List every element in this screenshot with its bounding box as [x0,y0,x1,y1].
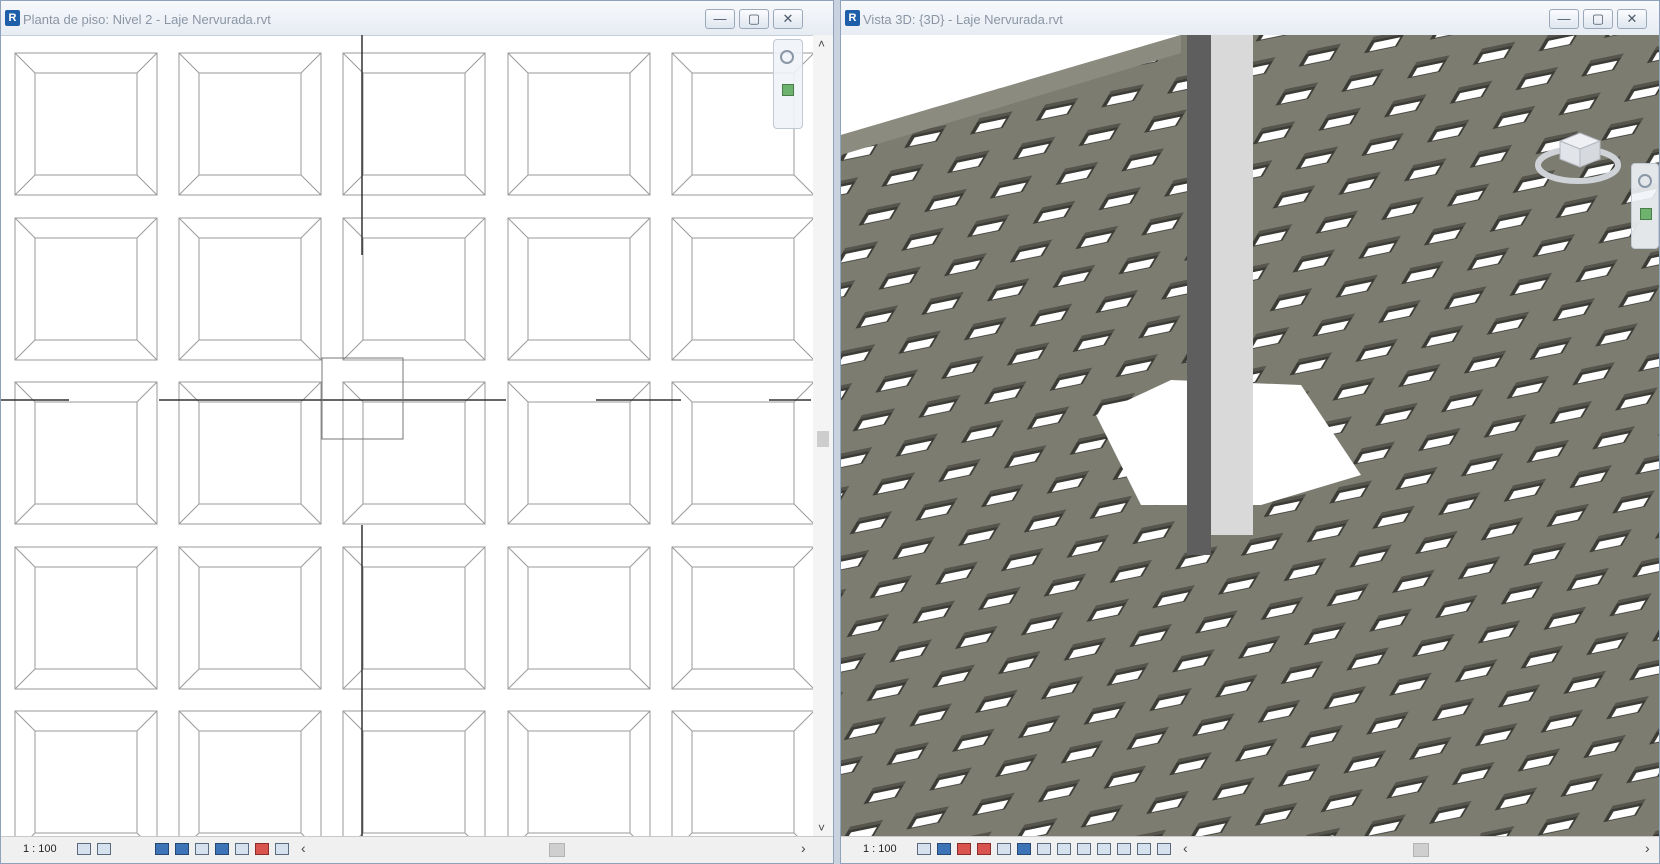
coffer-cell[interactable] [507,710,651,837]
close-button[interactable]: ✕ [773,9,803,29]
scroll-up-arrow[interactable]: ˄ [818,37,825,51]
render-icon[interactable] [997,843,1011,855]
visual-style-icon[interactable] [937,843,951,855]
horizontal-scroll-thumb[interactable] [1413,843,1429,857]
visual-style-icon[interactable] [97,843,111,855]
scroll-left-arrow[interactable]: ‹ [1183,840,1188,856]
minimize-button[interactable]: — [1549,9,1579,29]
analytical-model-icon[interactable] [1117,843,1131,855]
viewcube[interactable] [1535,121,1621,185]
show-crop-region-icon[interactable] [1037,843,1051,855]
coffer-cell[interactable] [178,52,322,196]
coffer-cell[interactable] [178,217,322,361]
navigation-bar[interactable] [1631,163,1659,249]
view-scale[interactable]: 1 : 100 [23,843,57,855]
coffer-cell[interactable] [671,381,815,525]
close-icon: ✕ [782,11,794,26]
plan-view-control-bar: 1 : 100 ‹ › [1,836,833,863]
coffer-cell[interactable] [342,52,486,196]
reveal-hidden-icon[interactable] [255,843,269,855]
coffer-cell[interactable] [342,710,486,837]
floor-plan-drawing[interactable] [1,35,833,837]
detail-level-icon[interactable] [917,843,931,855]
coffer-cell[interactable] [14,52,158,196]
reveal-hidden-icon[interactable] [1097,843,1111,855]
3d-view-control-bar: 1 : 100 ‹ › [841,836,1659,863]
scroll-thumb[interactable] [817,431,829,447]
3d-titlebar[interactable]: R Vista 3D: {3D} - Laje Nervurada.rvt — … [841,1,1659,36]
unlock-3d-icon[interactable] [215,843,229,855]
scroll-down-arrow[interactable]: ˅ [818,821,825,835]
analytical-model-icon[interactable] [275,843,289,855]
restore-button[interactable]: ▢ [1583,9,1613,29]
minimize-icon: — [1557,11,1571,26]
coffer-cell[interactable] [507,52,651,196]
scroll-right-arrow[interactable]: › [801,840,806,856]
3d-window-title: Vista 3D: {3D} - Laje Nervurada.rvt [863,12,1063,27]
detail-level-icon[interactable] [77,843,91,855]
coffer-cell[interactable] [178,710,322,837]
coffer-cell[interactable] [178,546,322,690]
restore-icon: ▢ [747,11,761,26]
plan-vertical-scrollbar[interactable]: ˄ ˅ [813,35,833,837]
coffer-cell[interactable] [507,546,651,690]
reveal-constraints-icon[interactable] [1157,843,1171,855]
plan-titlebar[interactable]: R Planta de piso: Nivel 2 - Laje Nervura… [1,1,833,36]
highlight-displacement-icon[interactable] [1137,843,1151,855]
horizontal-scroll-thumb[interactable] [549,843,565,857]
coffer-cell[interactable] [342,217,486,361]
3d-drawing-area[interactable] [841,35,1659,837]
coffer-cell[interactable] [671,710,815,837]
column-dark-face[interactable] [1187,35,1211,555]
temporary-hide-icon[interactable] [235,843,249,855]
plan-window-title: Planta de piso: Nivel 2 - Laje Nervurada… [23,12,271,27]
minimize-icon: — [713,11,727,26]
steering-wheel-icon[interactable] [780,50,794,64]
revit-app-icon: R [5,10,20,26]
coffer-cell[interactable] [342,546,486,690]
scroll-left-arrow[interactable]: ‹ [301,840,306,856]
temporary-hide-icon[interactable] [1077,843,1091,855]
coffer-cell[interactable] [14,217,158,361]
coffer-cell[interactable] [671,217,815,361]
navigation-bar[interactable] [773,39,803,129]
minimize-button[interactable]: — [705,9,735,29]
crop-view-icon[interactable] [1017,843,1031,855]
coffer-cell[interactable] [14,546,158,690]
close-icon: ✕ [1626,11,1638,26]
plan-drawing-area[interactable] [1,35,833,837]
shadows-icon[interactable] [977,843,991,855]
coffer-cell[interactable] [14,381,158,525]
coffer-cell[interactable] [671,546,815,690]
coffer-cell[interactable] [507,217,651,361]
close-button[interactable]: ✕ [1617,9,1647,29]
coffer-cell[interactable] [342,381,486,525]
scroll-right-arrow[interactable]: › [1645,840,1650,856]
shadows-icon[interactable] [155,843,169,855]
zoom-icon[interactable] [782,84,794,96]
coffer-cell[interactable] [507,381,651,525]
lock-3d-view-icon[interactable] [1057,843,1071,855]
crop-view-icon[interactable] [175,843,189,855]
revit-app-icon: R [845,10,860,26]
restore-button[interactable]: ▢ [739,9,769,29]
steering-wheel-icon[interactable] [1638,174,1652,188]
column-light-face[interactable] [1211,35,1253,535]
show-crop-region-icon[interactable] [195,843,209,855]
coffer-cell[interactable] [178,381,322,525]
restore-icon: ▢ [1591,11,1605,26]
plan-view-window[interactable]: R Planta de piso: Nivel 2 - Laje Nervura… [0,0,834,864]
3d-view-window[interactable]: R Vista 3D: {3D} - Laje Nervurada.rvt — … [840,0,1660,864]
coffer-cell[interactable] [14,710,158,837]
sun-path-icon[interactable] [957,843,971,855]
view-scale[interactable]: 1 : 100 [863,843,897,855]
zoom-icon[interactable] [1640,208,1652,220]
